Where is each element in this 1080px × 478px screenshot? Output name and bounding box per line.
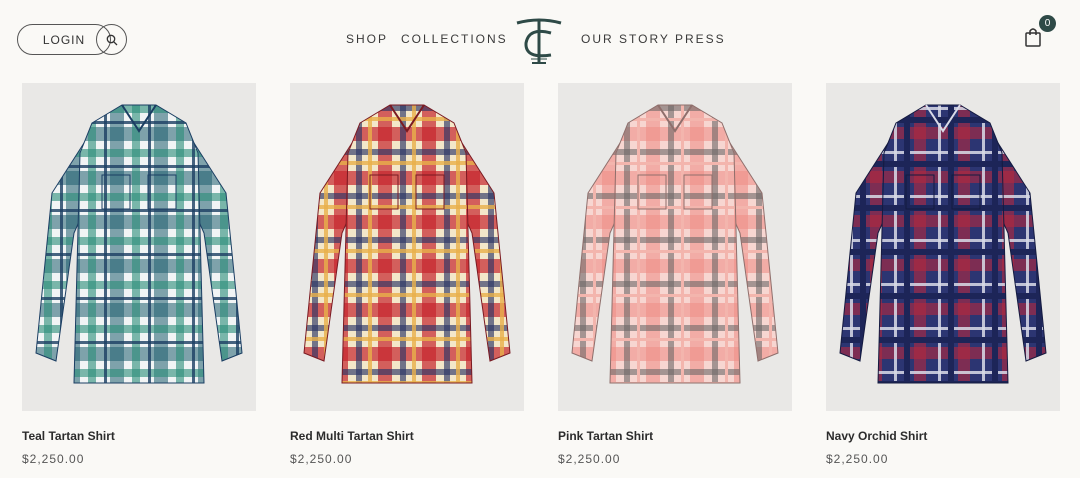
product-card[interactable]: Teal Tartan Shirt $2,250.00	[22, 83, 256, 466]
product-price: $2,250.00	[826, 452, 889, 466]
nav-shop[interactable]: SHOP	[346, 32, 388, 46]
shirt-image	[290, 104, 524, 411]
cart-count-badge: 0	[1039, 15, 1056, 32]
product-card[interactable]: Navy Orchid Shirt $2,250.00	[826, 83, 1060, 466]
nav-our-story[interactable]: OUR STORY	[581, 32, 670, 46]
product-price: $2,250.00	[290, 452, 353, 466]
product-name[interactable]: Red Multi Tartan Shirt	[290, 429, 524, 443]
shirt-image	[558, 104, 792, 411]
search-icon	[106, 34, 117, 45]
product-name[interactable]: Navy Orchid Shirt	[826, 429, 1060, 443]
product-card[interactable]: Red Multi Tartan Shirt $2,250.00	[290, 83, 524, 466]
brand-logo[interactable]	[511, 13, 567, 69]
product-image[interactable]	[558, 83, 792, 411]
product-image[interactable]	[826, 83, 1060, 411]
product-name[interactable]: Teal Tartan Shirt	[22, 429, 256, 443]
site-header: LOGIN SHOP COLLECTIONS OUR STORY PRESS 0	[0, 0, 1080, 78]
product-card[interactable]: Pink Tartan Shirt $2,250.00	[558, 83, 792, 466]
product-image[interactable]	[22, 83, 256, 411]
product-name[interactable]: Pink Tartan Shirt	[558, 429, 792, 443]
shirt-image	[826, 104, 1060, 411]
search-button[interactable]	[96, 24, 127, 55]
nav-press[interactable]: PRESS	[675, 32, 726, 46]
nav-collections[interactable]: COLLECTIONS	[401, 32, 508, 46]
product-price: $2,250.00	[558, 452, 621, 466]
product-image[interactable]	[290, 83, 524, 411]
product-price: $2,250.00	[22, 452, 85, 466]
shirt-image	[22, 104, 256, 411]
